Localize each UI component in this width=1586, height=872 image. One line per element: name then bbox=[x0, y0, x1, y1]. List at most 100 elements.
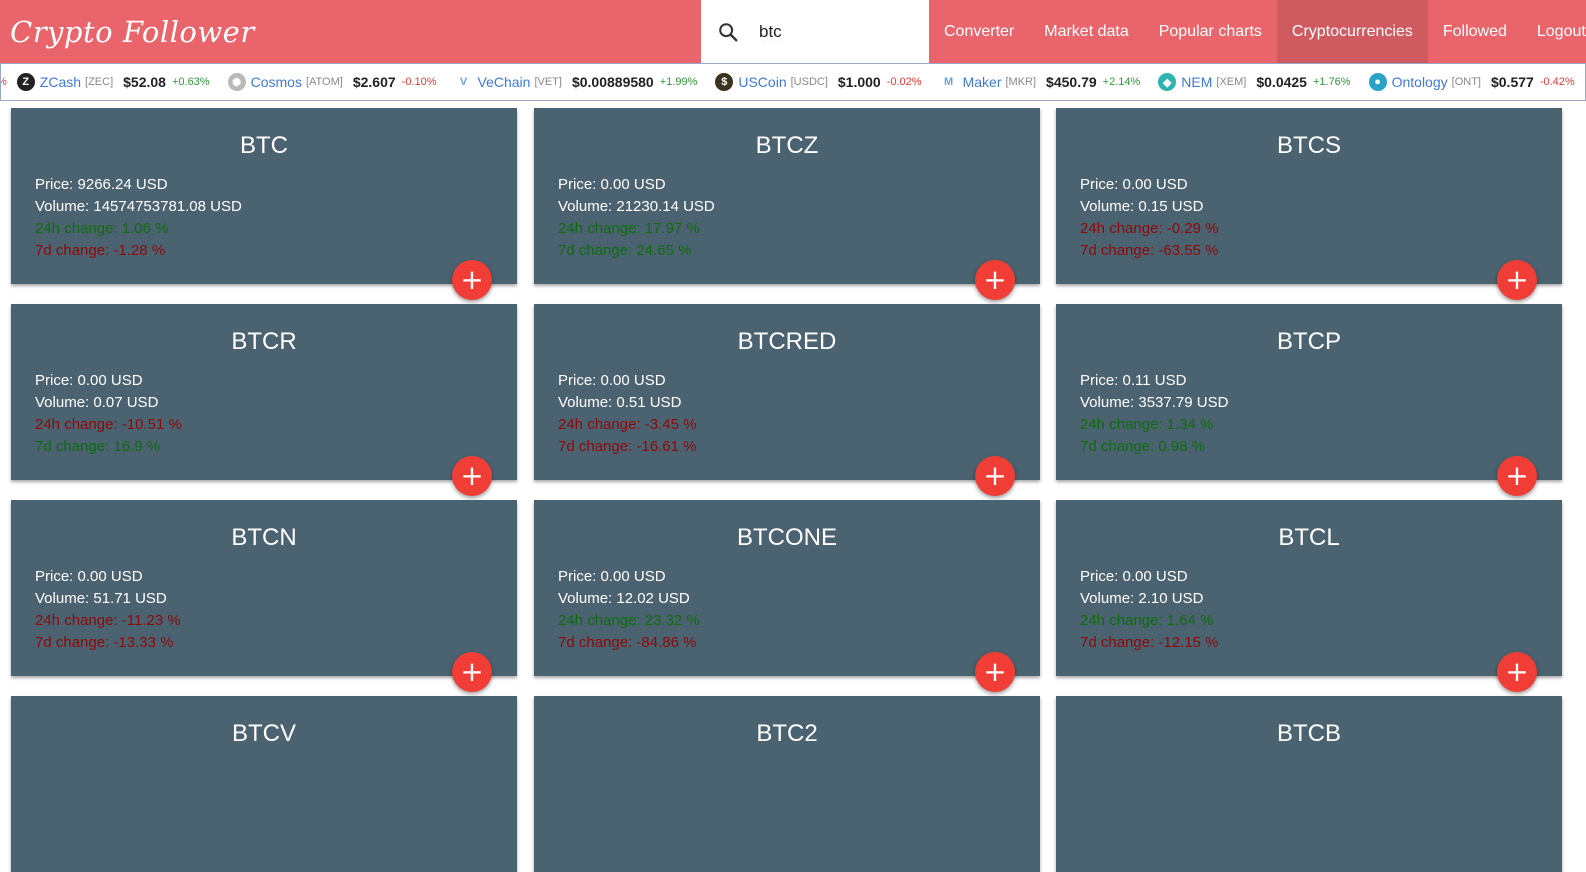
nem-coin-icon: ◆ bbox=[1158, 73, 1177, 91]
main-nav: Converter Market data Popular charts Crypto… bbox=[929, 0, 1586, 63]
ticker-item[interactable]: ✺ Cosmos [ATOM] $2.607 -0.10% bbox=[227, 73, 437, 91]
card-price: Price: 0.00 USD bbox=[1080, 176, 1188, 193]
nav-converter[interactable]: Converter bbox=[929, 0, 1029, 63]
follow-add-button[interactable]: + bbox=[1497, 652, 1537, 692]
ticker-coin-price: $0.0425 bbox=[1256, 74, 1307, 90]
card-volume: Volume: 0.07 USD bbox=[35, 394, 159, 411]
card-price: Price: 0.00 USD bbox=[1080, 568, 1188, 585]
currency-card[interactable]: BTCS Price: 0.00 USD Volume: 0.15 USD 24h c… bbox=[1056, 108, 1562, 300]
card-volume: Volume: 3537.79 USD bbox=[1080, 394, 1229, 411]
maker-coin-icon: M bbox=[939, 73, 958, 91]
follow-add-button[interactable]: + bbox=[452, 456, 492, 496]
currency-card[interactable]: BTCZ Price: 0.00 USD Volume: 21230.14 USD 2… bbox=[534, 108, 1040, 300]
follow-add-button[interactable]: + bbox=[975, 652, 1015, 692]
card-stats: Price: 0.00 USD Volume: 12.02 USD 24h chan… bbox=[558, 566, 700, 654]
currency-card[interactable]: BTC2 bbox=[534, 696, 1040, 872]
ticker-item[interactable]: $ USCoin [USDC] $1.000 -0.02% bbox=[715, 73, 922, 91]
currency-card[interactable]: BTCV bbox=[11, 696, 517, 872]
card-change-24h: 24h change: 1.06 % bbox=[35, 220, 169, 237]
nav-market-data[interactable]: Market data bbox=[1029, 0, 1143, 63]
follow-add-button[interactable]: + bbox=[975, 456, 1015, 496]
ticker-coin-name[interactable]: ZCash bbox=[40, 74, 81, 90]
card-title: BTCL bbox=[1278, 524, 1340, 551]
card-change-24h: 24h change: 1.34 % bbox=[1080, 416, 1214, 433]
card-title: BTCS bbox=[1276, 132, 1341, 159]
vechain-coin-icon: V bbox=[454, 73, 473, 91]
card-title: BTCONE bbox=[736, 524, 837, 551]
ticker-fragment: % bbox=[1, 76, 7, 88]
card-change-7d: 7d change: 24.65 % bbox=[558, 242, 692, 259]
ticker-coin-name[interactable]: Cosmos bbox=[251, 74, 302, 90]
ticker-item[interactable]: M Maker [MKR] $450.79 +2.14% bbox=[939, 73, 1140, 91]
ticker-coin-symbol: [ONT] bbox=[1451, 76, 1481, 88]
card-title: BTC2 bbox=[756, 720, 818, 747]
ticker-coin-change: +1.99% bbox=[659, 76, 698, 88]
ticker-coin-price: $0.577 bbox=[1490, 74, 1534, 90]
card-change-7d: 7d change: -13.33 % bbox=[35, 634, 174, 651]
ticker-coin-change: -0.02% bbox=[886, 76, 922, 88]
search-box[interactable] bbox=[701, 0, 929, 63]
ticker-coin-symbol: [XEM] bbox=[1216, 76, 1247, 88]
ticker-item[interactable]: Z ZCash [ZEC] $52.08 +0.63% bbox=[16, 73, 210, 91]
ticker-item[interactable]: ◆ NEM [XEM] $0.0425 +1.76% bbox=[1158, 73, 1351, 91]
follow-add-button[interactable]: + bbox=[1497, 456, 1537, 496]
ticker-coin-name[interactable]: Ontology bbox=[1392, 74, 1448, 90]
ticker-item[interactable]: ● Ontology [ONT] $0.577 -0.42% bbox=[1368, 73, 1575, 91]
zcash-coin-icon: Z bbox=[16, 73, 35, 91]
ticker-item[interactable]: V VeChain [VET] $0.00889580 +1.99% bbox=[454, 73, 698, 91]
brand-logo[interactable]: Crypto Follower bbox=[10, 8, 255, 56]
currency-card[interactable]: BTCL Price: 0.00 USD Volume: 2.10 USD 24h c… bbox=[1056, 500, 1562, 692]
card-stats: Price: 0.00 USD Volume: 0.15 USD 24h chang… bbox=[1080, 174, 1218, 262]
card-price: Price: 0.00 USD bbox=[35, 568, 143, 585]
card-change-7d: 7d change: 0.98 % bbox=[1080, 438, 1206, 455]
ontology-coin-icon: ● bbox=[1368, 73, 1387, 91]
follow-add-button[interactable]: + bbox=[452, 652, 492, 692]
ticker-track: % Z ZCash [ZEC] $52.08 +0.63% ✺ Cosmos[ATOM] $2… bbox=[1, 64, 1585, 100]
card-price: Price: 0.00 USD bbox=[35, 372, 143, 389]
ticker-coin-name[interactable]: VeChain bbox=[478, 74, 531, 90]
nav-cryptocurrencies[interactable]: Cryptocurrencies bbox=[1276, 0, 1428, 63]
search-icon bbox=[719, 23, 738, 42]
card-price: Price: 0.00 USD bbox=[558, 176, 666, 193]
card-stats: Price: 0.00 USD Volume: 0.07 USD 24h chang… bbox=[35, 370, 182, 458]
top-navbar: Crypto Follower ConverterMarket dataPopu… bbox=[0, 0, 1586, 63]
search-input[interactable] bbox=[759, 18, 919, 46]
card-volume: Volume: 2.10 USD bbox=[1080, 590, 1204, 607]
card-title: BTCN bbox=[231, 524, 297, 551]
currency-card[interactable]: BTCB bbox=[1056, 696, 1562, 872]
uscoin-coin-icon: $ bbox=[715, 73, 734, 91]
ticker-coin-name[interactable]: USCoin bbox=[738, 74, 786, 90]
card-change-24h: 24h change: -10.51 % bbox=[35, 416, 182, 433]
currency-card[interactable]: BTCONE Price: 0.00 USD Volume: 12.02 USD 24… bbox=[534, 500, 1040, 692]
ticker-coin-price: $0.00889580 bbox=[571, 74, 654, 90]
currency-card[interactable]: BTCP Price: 0.11 USD Volume: 3537.79 USD 24… bbox=[1056, 304, 1562, 496]
ticker-coin-name[interactable]: Maker bbox=[963, 74, 1002, 90]
card-change-24h: 24h change: -0.29 % bbox=[1080, 220, 1219, 237]
nav-followed[interactable]: Followed bbox=[1428, 0, 1522, 63]
card-change-24h: 24h change: 17.97 % bbox=[558, 220, 700, 237]
nav-popular-charts[interactable]: Popular charts bbox=[1144, 0, 1277, 63]
card-stats: Price: 0.00 USD Volume: 0.51 USD 24h chang… bbox=[558, 370, 696, 458]
follow-add-button[interactable]: + bbox=[975, 260, 1015, 300]
card-title: BTCZ bbox=[755, 132, 819, 159]
currency-card[interactable]: BTCR Price: 0.00 USD Volume: 0.07 USD 24h c… bbox=[11, 304, 517, 496]
card-change-7d: 7d change: -1.28 % bbox=[35, 242, 166, 259]
card-change-24h: 24h change: -3.45 % bbox=[558, 416, 697, 433]
currency-card[interactable]: BTCRED Price: 0.00 USD Volume: 0.51 USD 24h… bbox=[534, 304, 1040, 496]
currency-card[interactable]: BTCN Price: 0.00 USD Volume: 51.71 USD 24h … bbox=[11, 500, 517, 692]
card-price: Price: 0.11 USD bbox=[1080, 372, 1187, 389]
follow-add-button[interactable]: + bbox=[1497, 260, 1537, 300]
follow-add-button[interactable]: + bbox=[452, 260, 492, 300]
ticker-coin-symbol: [VET] bbox=[534, 76, 562, 88]
ticker-coin-symbol: [ZEC] bbox=[85, 76, 114, 88]
nav-logout[interactable]: Logout bbox=[1522, 0, 1586, 63]
card-stats: Price: 9266.24 USD Volume: 14574753781.08… bbox=[35, 174, 242, 262]
ticker-coin-symbol: [USDC] bbox=[790, 76, 828, 88]
ticker-coin-price: $1.000 bbox=[837, 74, 881, 90]
card-change-7d: 7d change: -16.61 % bbox=[558, 438, 697, 455]
card-change-7d: 7d change: -63.55 % bbox=[1080, 242, 1219, 259]
ticker-coin-change: -0.42% bbox=[1539, 76, 1575, 88]
card-price: Price: 0.00 USD bbox=[558, 372, 666, 389]
ticker-coin-name[interactable]: NEM bbox=[1181, 74, 1212, 90]
currency-card[interactable]: BTC Price: 9266.24 USD Volume: 14574753781… bbox=[11, 108, 517, 300]
